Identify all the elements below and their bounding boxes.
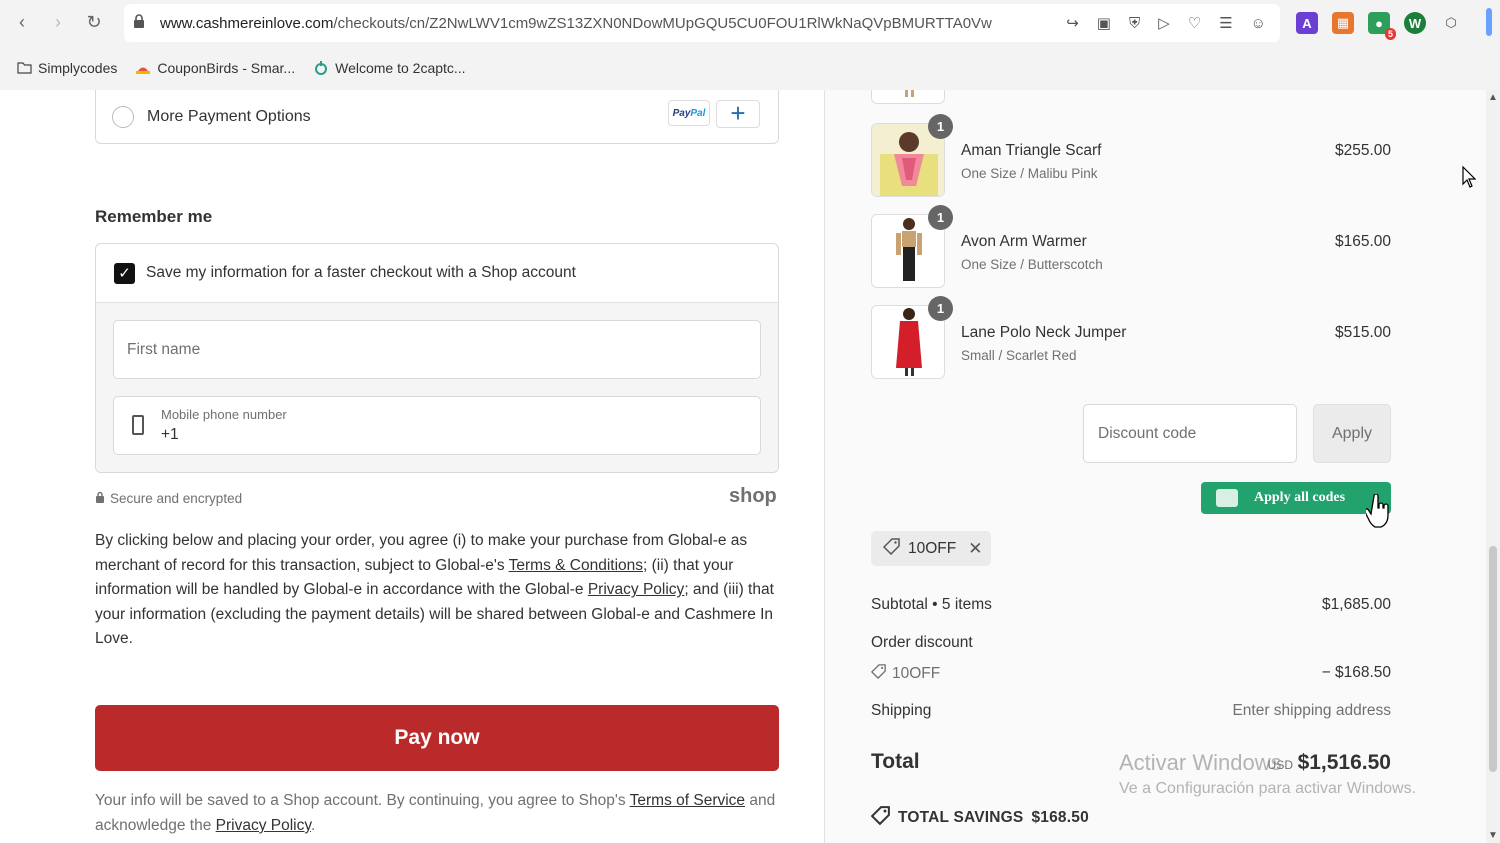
order-discount-row: Order discount bbox=[871, 634, 973, 651]
discount-code-input[interactable]: Discount code bbox=[1083, 404, 1297, 463]
address-bar[interactable]: www.cashmereinlove.com/checkouts/cn/Z2Nw… bbox=[124, 4, 1280, 42]
phone-icon bbox=[132, 415, 144, 435]
mobile-phone-label: Mobile phone number bbox=[161, 407, 287, 422]
extension-a-icon[interactable]: A bbox=[1296, 12, 1318, 34]
camera-icon[interactable]: ▣ bbox=[1097, 14, 1111, 32]
save-info-row[interactable]: ✓ Save my information for a faster check… bbox=[96, 244, 778, 303]
item-name: Lane Polo Neck Jumper bbox=[961, 324, 1127, 341]
cart-item: 1 Lane Polo Neck Jumper Small / Scarlet … bbox=[871, 296, 1391, 381]
remove-discount-icon[interactable]: ✕ bbox=[968, 539, 982, 559]
tag-icon bbox=[882, 537, 900, 560]
item-name: Avon Arm Warmer bbox=[961, 233, 1087, 250]
bookmarks-bar: Simplycodes CouponBirds - Smar... Welcom… bbox=[0, 48, 1500, 88]
lock-icon bbox=[95, 491, 105, 506]
scrollbar-thumb[interactable] bbox=[1489, 546, 1497, 772]
mobile-phone-value: +1 bbox=[161, 426, 179, 443]
item-price: $165.00 bbox=[1334, 233, 1391, 250]
heart-icon[interactable]: ♡ bbox=[1188, 14, 1201, 32]
couponbirds-icon bbox=[135, 60, 151, 76]
extensions-puzzle-icon[interactable]: ⬡ bbox=[1440, 12, 1462, 34]
applied-discount-chip: 10OFF ✕ bbox=[871, 531, 991, 566]
bookmark-simplycodes[interactable]: Simplycodes bbox=[16, 60, 117, 76]
lock-icon bbox=[124, 13, 154, 33]
share-icon[interactable]: ↪ bbox=[1066, 14, 1079, 32]
menu-icon[interactable]: ☰ bbox=[1219, 14, 1232, 32]
subtotal-row: Subtotal • 5 items $1,685.00 bbox=[871, 596, 1391, 613]
legal-text: By clicking below and placing your order… bbox=[95, 532, 774, 648]
remember-me-heading: Remember me bbox=[95, 207, 213, 226]
shop-logo: shop bbox=[729, 485, 777, 507]
apply-all-codes-button[interactable]: Apply all codes bbox=[1201, 482, 1391, 514]
checkout-form: More Payment Options Pay Pal + Remember m… bbox=[0, 90, 824, 843]
item-variant: One Size / Butterscotch bbox=[961, 257, 1103, 272]
page-scrollbar[interactable]: ▲ ▼ bbox=[1486, 90, 1500, 843]
2captcha-icon bbox=[313, 60, 329, 76]
shop-terms-link[interactable]: Terms of Service bbox=[630, 792, 745, 809]
first-name-placeholder: First name bbox=[127, 341, 201, 358]
shop-account-note: Your info will be saved to a Shop accoun… bbox=[95, 792, 776, 834]
extension-coupon-icon[interactable]: ● 5 bbox=[1368, 12, 1396, 40]
item-price: $515.00 bbox=[1334, 324, 1391, 341]
send-icon[interactable]: ▷ bbox=[1158, 14, 1170, 32]
more-payment-options-label: More Payment Options bbox=[147, 107, 311, 125]
shop-account-fields: First name Mobile phone number +1 bbox=[96, 303, 778, 472]
toolbar-scroll-indicator bbox=[1486, 8, 1492, 36]
toolbar: ‹ › ↻ www.cashmereinlove.com/checkouts/c… bbox=[0, 0, 1500, 45]
url-text: www.cashmereinlove.com/checkouts/cn/Z2Nw… bbox=[160, 14, 992, 32]
coupon-extension-icon bbox=[1216, 489, 1238, 507]
extension-w-icon[interactable]: W bbox=[1404, 12, 1426, 34]
item-variant: Small / Scarlet Red bbox=[961, 348, 1077, 363]
shop-privacy-link[interactable]: Privacy Policy bbox=[216, 817, 311, 834]
total-savings: TOTAL SAVINGS $168.50 bbox=[870, 806, 1089, 830]
terms-conditions-link[interactable]: Terms & Conditions bbox=[509, 557, 643, 574]
reload-icon[interactable]: ↻ bbox=[76, 5, 112, 41]
more-payment-options-radio[interactable] bbox=[112, 105, 134, 128]
secure-encrypted-note: Secure and encrypted bbox=[95, 491, 242, 506]
order-summary: 1 Aman Triangle Scarf One Size / Malibu … bbox=[824, 90, 1486, 843]
privacy-policy-link[interactable]: Privacy Policy bbox=[588, 581, 684, 598]
plus-icon: + bbox=[716, 100, 760, 128]
bookmark-2captcha[interactable]: Welcome to 2captc... bbox=[313, 60, 466, 76]
extension-grid-icon[interactable]: ▦ bbox=[1332, 12, 1354, 34]
item-price: $255.00 bbox=[1334, 142, 1391, 159]
item-name: Aman Triangle Scarf bbox=[961, 142, 1102, 159]
shield-icon[interactable]: ⛨ bbox=[1129, 15, 1140, 32]
back-icon[interactable]: ‹ bbox=[4, 5, 40, 41]
product-thumbnail bbox=[871, 90, 945, 104]
bookmark-couponbirds[interactable]: CouponBirds - Smar... bbox=[135, 60, 295, 76]
cart-item: 1 Aman Triangle Scarf One Size / Malibu … bbox=[871, 114, 1391, 199]
quantity-badge: 1 bbox=[928, 205, 953, 230]
discount-code-row: 10OFF − $168.50 bbox=[870, 664, 1391, 684]
hand-cursor-icon bbox=[1366, 494, 1389, 528]
profile-icon[interactable]: ☺ bbox=[1251, 15, 1266, 32]
remember-me-section: ✓ Save my information for a faster check… bbox=[95, 243, 779, 473]
mobile-phone-field[interactable]: Mobile phone number +1 bbox=[113, 396, 761, 455]
more-payment-options[interactable]: More Payment Options Pay Pal + bbox=[95, 90, 779, 144]
quantity-badge: 1 bbox=[928, 114, 953, 139]
paypal-logo: Pay Pal bbox=[668, 100, 710, 126]
apply-discount-button[interactable]: Apply bbox=[1313, 404, 1391, 463]
pay-now-button[interactable]: Pay now bbox=[95, 705, 779, 771]
browser-chrome: ‹ › ↻ www.cashmereinlove.com/checkouts/c… bbox=[0, 0, 1500, 90]
windows-activation-watermark: Activar Windows Ve a Configuración para … bbox=[1119, 750, 1417, 797]
save-info-label: Save my information for a faster checkou… bbox=[146, 264, 576, 281]
tag-icon bbox=[870, 664, 886, 684]
save-info-checkbox[interactable]: ✓ bbox=[114, 262, 135, 284]
item-variant: One Size / Malibu Pink bbox=[961, 166, 1098, 181]
shipping-row: Shipping Enter shipping address bbox=[871, 702, 1391, 719]
forward-icon[interactable]: › bbox=[40, 5, 76, 41]
quantity-badge: 1 bbox=[928, 296, 953, 321]
checkout-page: More Payment Options Pay Pal + Remember m… bbox=[0, 90, 1500, 843]
cart-item: 1 Avon Arm Warmer One Size / Butterscotc… bbox=[871, 205, 1391, 290]
folder-icon bbox=[16, 60, 32, 76]
savings-tag-icon bbox=[870, 806, 890, 830]
first-name-field[interactable]: First name bbox=[113, 320, 761, 379]
mouse-pointer-icon bbox=[1462, 166, 1476, 188]
